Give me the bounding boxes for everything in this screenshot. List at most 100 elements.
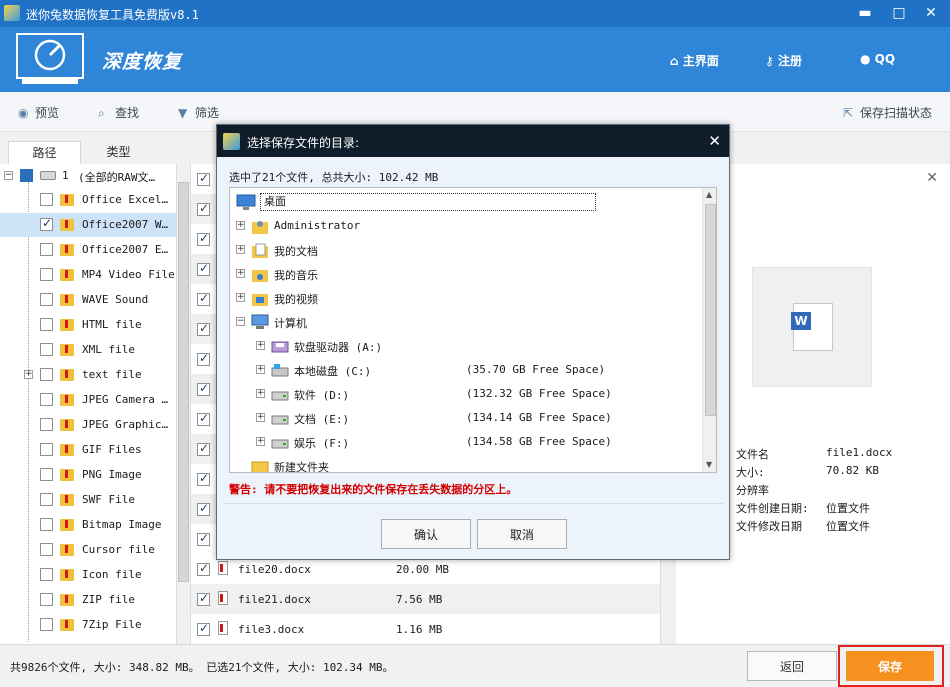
tree-item-checkbox[interactable] (40, 493, 53, 506)
expand-toggle[interactable]: + (256, 389, 265, 398)
tree-item[interactable]: Bitmap Image (0, 513, 176, 537)
file-row-checkbox[interactable] (197, 531, 210, 546)
tree-item[interactable]: Icon file (0, 563, 176, 587)
tree-item-checkbox[interactable] (40, 193, 53, 206)
tree-item-checkbox[interactable] (40, 443, 53, 456)
file-row-checkbox[interactable] (197, 591, 210, 606)
tab-type[interactable]: 类型 (82, 141, 155, 165)
tree-item[interactable]: HTML file (0, 313, 176, 337)
expand-toggle[interactable]: + (236, 221, 245, 230)
tree-node[interactable]: 新建文件夹 (230, 454, 702, 472)
file-row-checkbox[interactable] (197, 381, 210, 396)
tree-item-checkbox[interactable] (40, 568, 53, 581)
tree-item[interactable]: WAVE Sound (0, 288, 176, 312)
tree-item-checkbox[interactable] (40, 468, 53, 481)
qq-link[interactable]: ● QQ (860, 52, 895, 66)
tree-item-checkbox[interactable] (40, 593, 53, 606)
tree-node[interactable]: − 计算机 (230, 310, 702, 334)
tree-node[interactable]: + 娱乐 (F:) (134.58 GB Free Space) (230, 430, 702, 454)
dialog-tree-scrollbar[interactable]: ▲ ▼ (702, 188, 716, 472)
tree-item-checkbox[interactable] (40, 293, 53, 306)
file-row-checkbox[interactable] (197, 231, 210, 246)
scroll-down-icon[interactable]: ▼ (706, 460, 712, 469)
file-row-checkbox[interactable] (197, 201, 210, 216)
tree-node[interactable]: + 文档 (E:) (134.14 GB Free Space) (230, 406, 702, 430)
tree-item[interactable]: Office2007 W… (0, 213, 176, 237)
tree-root[interactable]: − 1 (全部的RAW文… (0, 164, 176, 188)
tree-item[interactable]: + text file (0, 363, 176, 387)
tree-node[interactable]: + 软件 (D:) (132.32 GB Free Space) (230, 382, 702, 406)
preview-button[interactable]: ◉ 预览 (18, 104, 59, 121)
tree-node[interactable]: + 我的音乐 (230, 262, 702, 286)
tree-item-checkbox[interactable] (40, 318, 53, 331)
tree-node-desktop[interactable]: 桌面 (230, 190, 702, 214)
tree-item-checkbox[interactable] (40, 243, 53, 256)
maximize-button[interactable]: □ (888, 4, 910, 22)
expand-toggle[interactable]: + (256, 437, 265, 446)
expand-toggle[interactable]: + (24, 370, 33, 379)
tree-item-checkbox[interactable] (40, 543, 53, 556)
find-button[interactable]: ⌕ 查找 (98, 104, 139, 121)
save-button[interactable]: 保存 (846, 651, 934, 681)
dialog-scroll-thumb[interactable] (705, 204, 716, 416)
preview-close-icon[interactable]: ✕ (926, 170, 938, 186)
file-row[interactable]: file3.docx 1.16 MB (191, 614, 660, 644)
tree-node[interactable]: + 我的视频 (230, 286, 702, 310)
file-row-checkbox[interactable] (197, 291, 210, 306)
minimize-button[interactable]: ▬ (854, 4, 876, 22)
tree-item[interactable]: Office2007 E… (0, 238, 176, 262)
file-row-checkbox[interactable] (197, 321, 210, 336)
tree-item[interactable]: Office Excel… (0, 188, 176, 212)
home-link[interactable]: ⌂ 主界面 (670, 52, 719, 69)
expand-toggle[interactable]: + (256, 341, 265, 350)
tree-item-checkbox[interactable] (40, 268, 53, 281)
scroll-up-icon[interactable]: ▲ (706, 190, 712, 199)
tree-item-checkbox[interactable] (40, 418, 53, 431)
file-row-checkbox[interactable] (197, 501, 210, 516)
register-link[interactable]: ⚷ 注册 (765, 52, 802, 69)
tree-item-checkbox[interactable] (40, 343, 53, 356)
tree-item-checkbox[interactable] (40, 618, 53, 631)
collapse-toggle[interactable]: − (236, 317, 245, 326)
tree-item-checkbox[interactable] (40, 393, 53, 406)
filter-button[interactable]: ▼ 筛选 (178, 104, 219, 121)
root-checkbox[interactable] (20, 169, 33, 182)
save-scan-button[interactable]: ⇱ 保存扫描状态 (843, 104, 932, 121)
tree-node[interactable]: + 我的文档 (230, 238, 702, 262)
file-row-checkbox[interactable] (197, 351, 210, 366)
close-button[interactable]: ✕ (920, 4, 942, 22)
tree-scrollbar[interactable] (176, 164, 190, 644)
tree-item[interactable]: 7Zip File (0, 613, 176, 637)
tree-item-checkbox[interactable] (40, 216, 53, 231)
tree-node[interactable]: + 本地磁盘 (C:) (35.70 GB Free Space) (230, 358, 702, 382)
collapse-toggle[interactable]: − (4, 171, 13, 180)
file-row[interactable]: file21.docx 7.56 MB (191, 584, 660, 614)
file-row-checkbox[interactable] (197, 621, 210, 636)
confirm-button[interactable]: 确认 (381, 519, 471, 549)
tab-path[interactable]: 路径 (8, 141, 81, 165)
file-row-checkbox[interactable] (197, 561, 210, 576)
tree-scroll-thumb[interactable] (178, 182, 189, 582)
tree-item[interactable]: PNG Image (0, 463, 176, 487)
file-row-checkbox[interactable] (197, 441, 210, 456)
file-row-checkbox[interactable] (197, 261, 210, 276)
expand-toggle[interactable]: + (256, 413, 265, 422)
file-row-checkbox[interactable] (197, 171, 210, 186)
expand-toggle[interactable]: + (236, 293, 245, 302)
cancel-button[interactable]: 取消 (477, 519, 567, 549)
tree-item-checkbox[interactable] (40, 368, 53, 381)
file-row-checkbox[interactable] (197, 411, 210, 426)
tree-node[interactable]: + Administrator (230, 214, 702, 238)
tree-item-checkbox[interactable] (40, 518, 53, 531)
expand-toggle[interactable]: + (236, 269, 245, 278)
tree-item[interactable]: GIF Files (0, 438, 176, 462)
tree-item[interactable]: MP4 Video File (0, 263, 176, 287)
dialog-close-icon[interactable]: ✕ (708, 132, 721, 150)
tree-item[interactable]: JPEG Graphic… (0, 413, 176, 437)
tree-item[interactable]: XML file (0, 338, 176, 362)
expand-toggle[interactable]: + (256, 365, 265, 374)
back-button[interactable]: 返回 (747, 651, 837, 681)
tree-item[interactable]: SWF File (0, 488, 176, 512)
tree-node[interactable]: + 软盘驱动器 (A:) (230, 334, 702, 358)
tree-item[interactable]: ZIP file (0, 588, 176, 612)
